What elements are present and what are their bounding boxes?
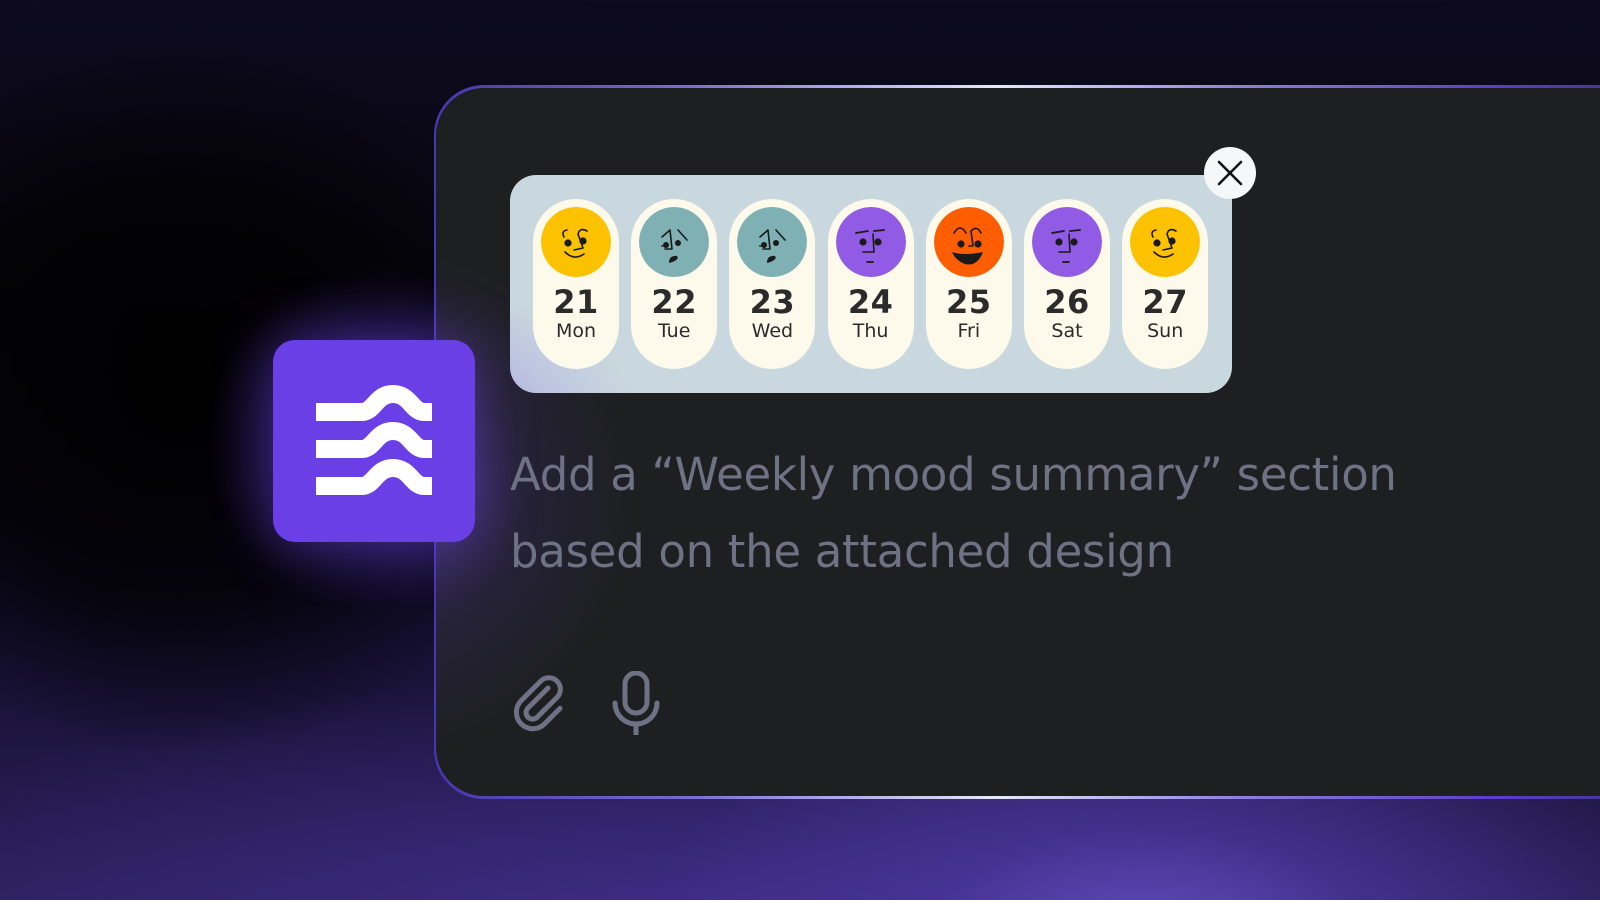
- attached-design-preview[interactable]: 21 Mon 22 Tue 23 Wed 24 Thu 25 Fri 26 Sat 27 Sun: [510, 175, 1232, 393]
- prompt-input[interactable]: Add a “Weekly mood summary” section base…: [510, 436, 1570, 590]
- mood-face-sad-icon: [639, 207, 710, 277]
- prompt-text-line-2: based on the attached design: [510, 525, 1174, 578]
- remove-attachment-button[interactable]: [1204, 147, 1256, 199]
- day-number: 21: [553, 283, 599, 321]
- day-name: Mon: [555, 320, 597, 342]
- mood-day-fri: 25 Fri: [925, 199, 1012, 369]
- day-name: Sat: [1051, 320, 1083, 342]
- mood-face-neutral-icon: [835, 207, 906, 277]
- day-name: Thu: [852, 320, 889, 342]
- day-number: 27: [1142, 283, 1188, 321]
- mood-face-content-icon: [1130, 207, 1201, 277]
- day-name: Wed: [751, 320, 794, 342]
- waves-logo-icon: [316, 385, 432, 495]
- day-number: 23: [749, 283, 796, 321]
- mood-face-content-icon: [541, 207, 611, 277]
- day-name: Fri: [957, 320, 981, 342]
- day-number: 22: [651, 283, 697, 321]
- mood-day-mon: 21 Mon: [533, 199, 619, 369]
- mood-face-sad-icon: [737, 207, 808, 277]
- voice-input-button[interactable]: [604, 670, 668, 738]
- day-number: 25: [946, 283, 992, 321]
- mood-day-sun: 27 Sun: [1122, 199, 1209, 369]
- day-number: 26: [1044, 283, 1090, 321]
- prompt-text-line-1: Add a “Weekly mood summary” section: [510, 448, 1397, 501]
- mood-face-neutral-icon: [1032, 207, 1102, 277]
- day-name: Sun: [1147, 320, 1184, 342]
- mood-day-sat: 26 Sat: [1024, 199, 1110, 369]
- microphone-icon: [612, 671, 660, 735]
- paperclip-icon: [513, 675, 563, 732]
- day-name: Tue: [657, 320, 691, 342]
- close-icon: [1217, 160, 1243, 186]
- app-logo: [273, 340, 475, 542]
- mood-day-tue: 22 Tue: [631, 199, 718, 369]
- day-number: 24: [847, 283, 894, 321]
- attach-file-button[interactable]: [508, 670, 572, 738]
- mood-day-thu: 24 Thu: [827, 199, 914, 369]
- mood-day-wed: 23 Wed: [729, 199, 816, 369]
- mood-face-happy-icon: [933, 207, 1004, 277]
